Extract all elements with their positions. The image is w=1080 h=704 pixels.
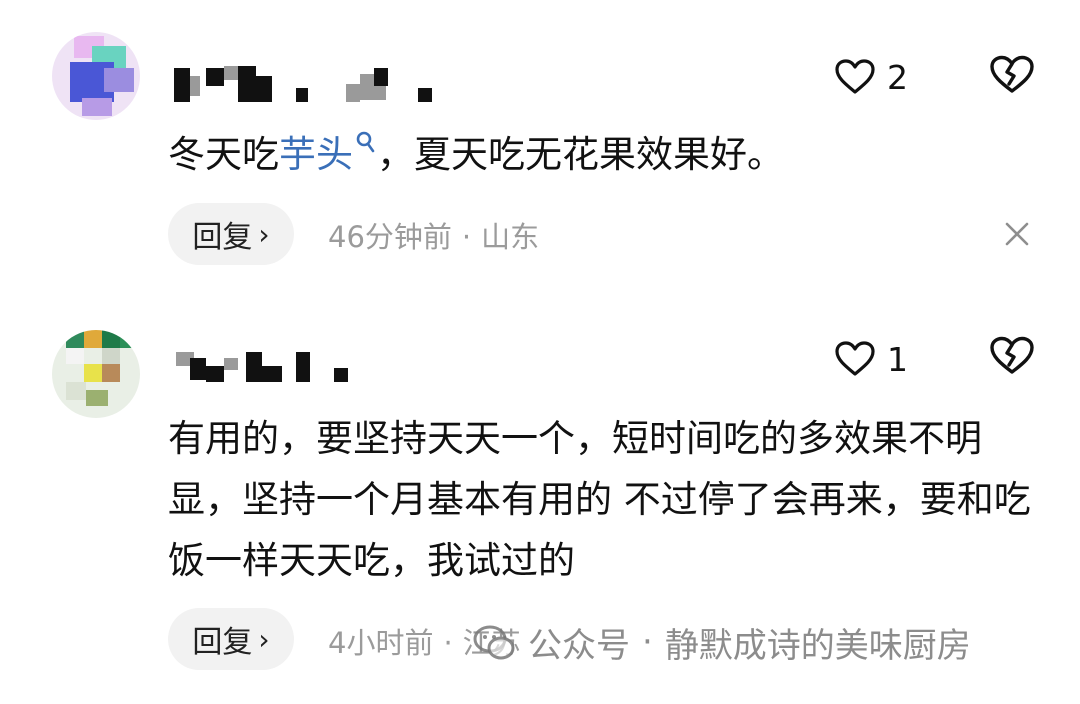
wechat-logo-icon bbox=[473, 625, 515, 660]
username-pixelated[interactable] bbox=[170, 342, 470, 382]
comment-text: 有用的，要坚持天天一个，短时间吃的多效果不明显，坚持一个月基本有用的 不过停了会… bbox=[168, 417, 1031, 582]
comment-time: 4小时前 bbox=[328, 626, 434, 660]
reply-label: 回复 bbox=[192, 625, 253, 660]
comment-meta: 46分钟前 · 山东 bbox=[328, 214, 539, 256]
watermark-account: 静默成诗的美味厨房 bbox=[664, 625, 971, 666]
watermark-source: 公众号 bbox=[528, 625, 630, 666]
watermark: 公众号 · 静默成诗的美味厨房 bbox=[470, 617, 971, 667]
separator-dot: · bbox=[461, 220, 472, 254]
heart-outline-icon bbox=[835, 59, 875, 94]
search-link[interactable]: 芋头 bbox=[279, 131, 377, 176]
comment-time: 46分钟前 bbox=[328, 220, 452, 254]
close-x-icon bbox=[1005, 222, 1029, 246]
dislike-button[interactable] bbox=[990, 336, 1034, 380]
chevron-right-icon: › bbox=[258, 622, 270, 656]
separator-dot: · bbox=[443, 626, 453, 660]
avatar[interactable] bbox=[52, 330, 140, 418]
comment-text: 冬天吃芋头 ，夏天吃无花果效果好。 bbox=[168, 124, 1048, 185]
search-icon bbox=[356, 131, 375, 153]
reply-label: 回复 bbox=[192, 220, 253, 255]
separator-dot: · bbox=[642, 622, 653, 662]
like-button[interactable]: 1 bbox=[835, 338, 908, 380]
username-pixelated[interactable] bbox=[170, 62, 470, 102]
like-button[interactable]: 2 bbox=[835, 56, 908, 98]
broken-heart-icon bbox=[990, 55, 1034, 93]
avatar[interactable] bbox=[52, 32, 140, 120]
chevron-right-icon: › bbox=[258, 217, 270, 251]
broken-heart-icon bbox=[990, 336, 1034, 374]
comment-item: 2 冬天吃芋头 ，夏天吃无花果效果好。 回复 › 46分钟前 · 山东 bbox=[0, 0, 1080, 290]
like-count: 2 bbox=[887, 57, 908, 97]
comment-location: 山东 bbox=[481, 220, 540, 254]
heart-outline-icon bbox=[835, 341, 875, 376]
dislike-button[interactable] bbox=[990, 55, 1034, 99]
like-count: 1 bbox=[887, 339, 908, 379]
reply-button[interactable]: 回复 › bbox=[168, 608, 294, 670]
close-button[interactable] bbox=[1002, 219, 1032, 249]
reply-button[interactable]: 回复 › bbox=[168, 203, 294, 265]
